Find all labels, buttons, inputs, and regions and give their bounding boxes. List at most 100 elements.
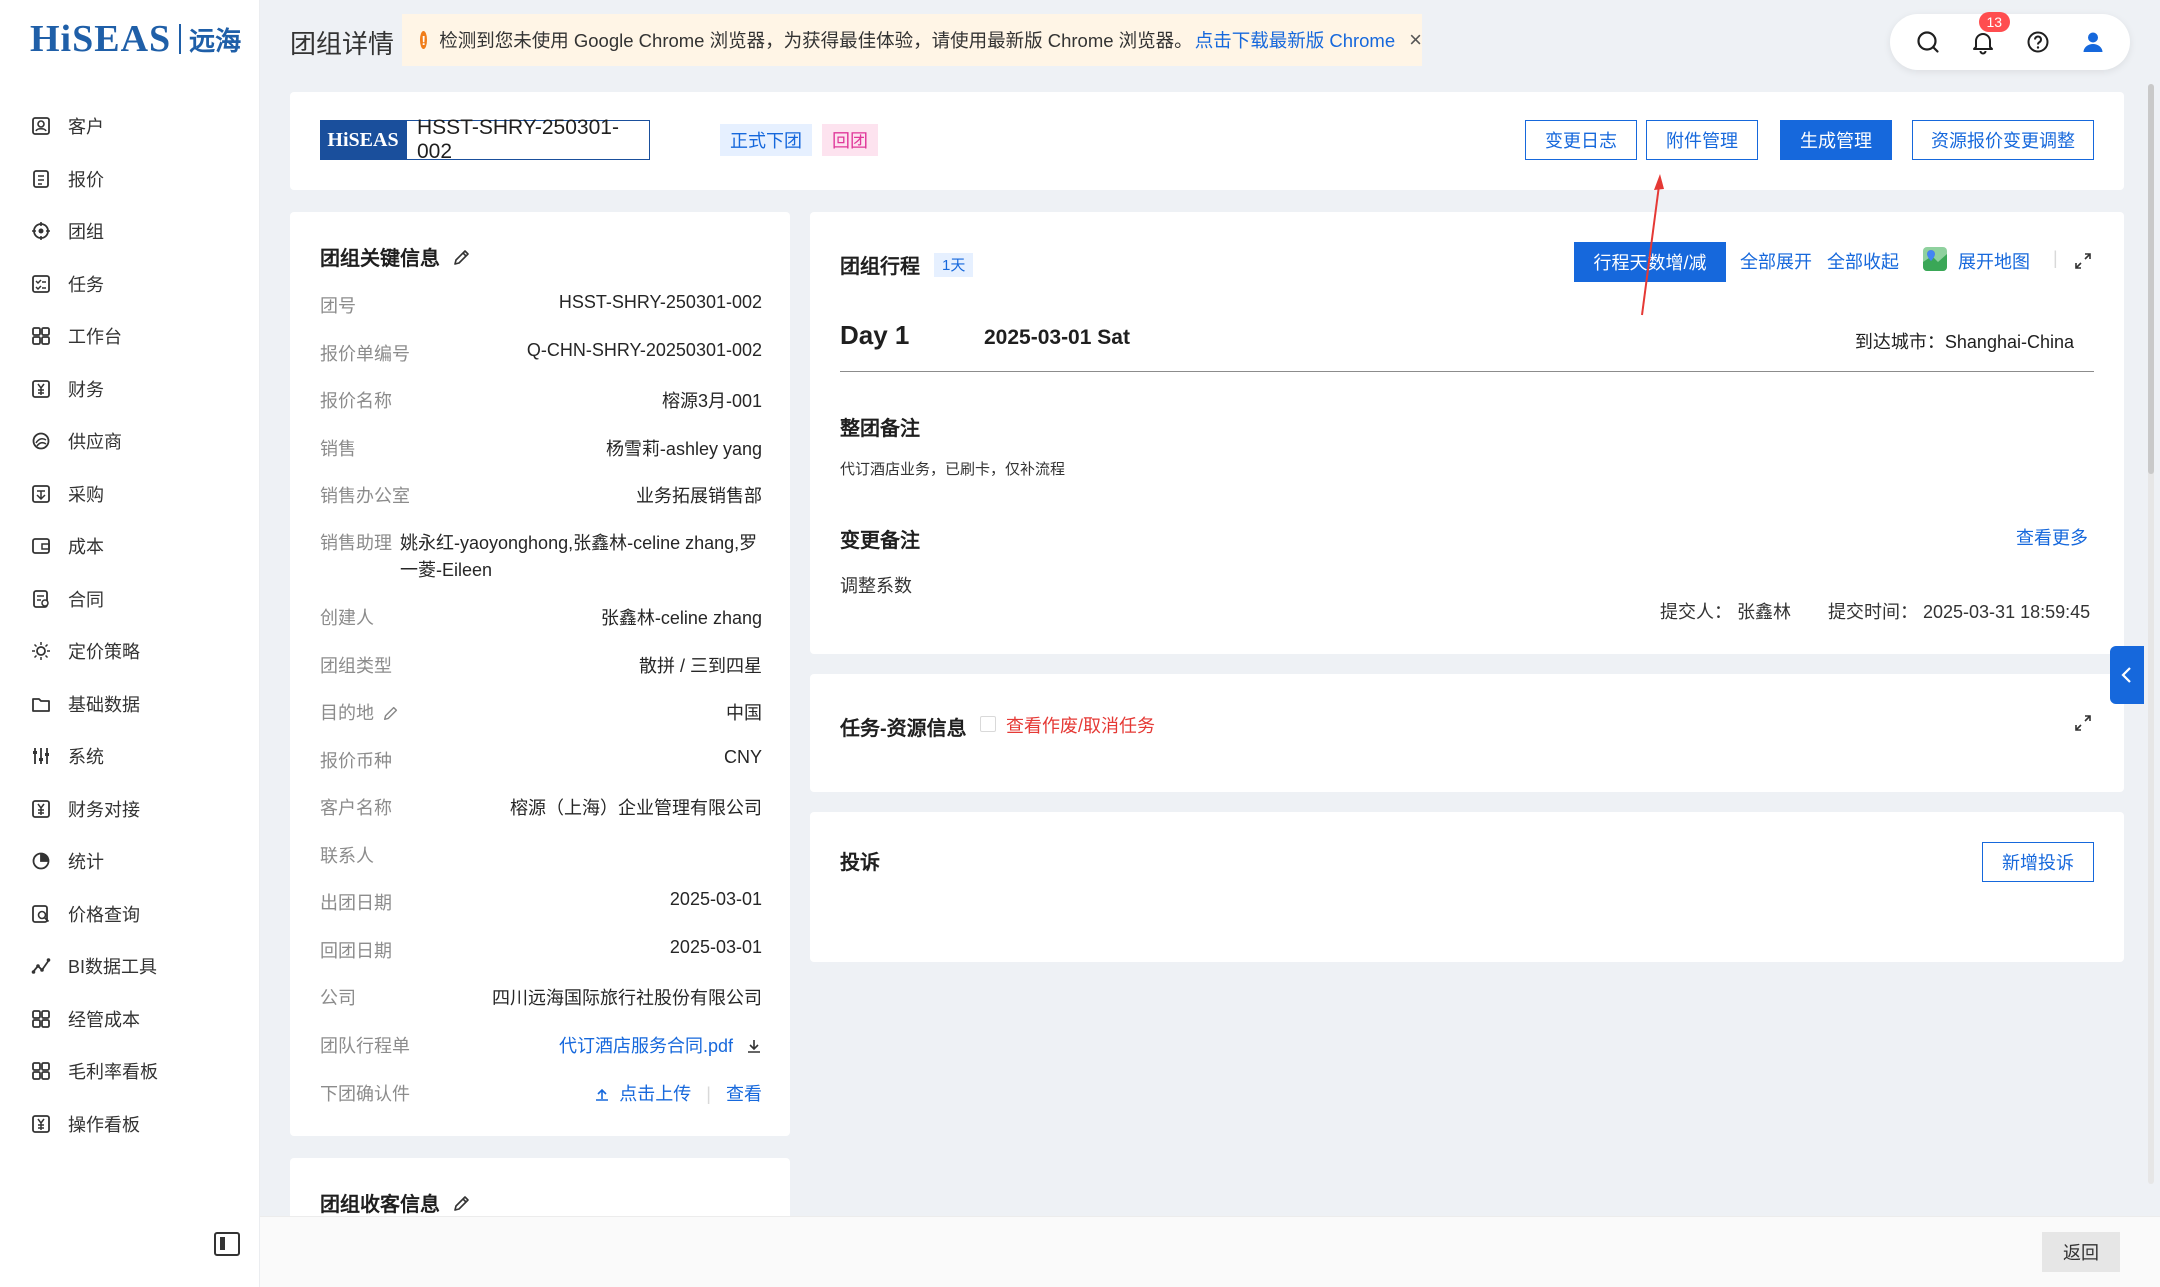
add-complaint-button[interactable]: 新增投诉 [1982,842,2094,882]
sidebar-item-operation-board[interactable]: 操作看板 [0,1098,260,1151]
edit-pencil-icon[interactable] [452,1193,472,1213]
sidebar-item-cost[interactable]: 成本 [0,520,260,573]
edit-pencil-icon[interactable] [382,703,400,723]
fullscreen-icon[interactable] [2074,252,2092,270]
bottom-action-bar [260,1216,2160,1287]
status-tag-returned: 回团 [822,124,878,156]
sidebar-collapse-icon[interactable] [214,1232,240,1256]
edit-pencil-icon[interactable] [452,247,472,267]
map-icon[interactable] [1922,246,1948,277]
upload-icon[interactable] [594,1084,610,1104]
sidebar-item-statistics[interactable]: 统计 [0,835,260,888]
sidebar-item-pricing[interactable]: 定价策略 [0,625,260,678]
sidebar-item-bi-tool[interactable]: BI数据工具 [0,940,260,993]
sidebar-item-task[interactable]: 任务 [0,258,260,311]
info-row-contact: 联系人 [320,846,374,866]
view-cancelled-tasks-link[interactable]: 查看作废/取消任务 [1006,712,1155,738]
warning-text: 检测到您未使用 Google Chrome 浏览器，为获得最佳体验，请使用最新版… [439,30,1193,51]
generate-manage-button[interactable]: 生成管理 [1780,120,1892,160]
notification-badge: 13 [1978,12,2011,32]
system-icon [30,745,52,767]
base-data-icon [30,693,52,715]
arrival-city: 到达城市：Shanghai-China [1854,332,2074,352]
annotation-arrow [1641,174,1664,316]
upload-link[interactable]: 点击上传 [619,1084,691,1104]
help-icon[interactable] [2018,22,2058,62]
sidebar-item-label: 成本 [68,537,104,558]
info-row-return-date: 回团日期 2025-03-01 [320,937,762,961]
warning-icon: ! [420,31,428,49]
change-log-button[interactable]: 变更日志 [1525,120,1637,160]
task-section-title: 任务-资源信息 [840,718,967,740]
sidebar-item-label: 统计 [68,852,104,873]
collapse-all-link[interactable]: 全部收起 [1827,248,1899,274]
customer-icon [30,115,52,137]
sidebar-item-label: 价格查询 [68,904,140,925]
fullscreen-icon[interactable] [2074,714,2092,732]
sidebar-item-customer[interactable]: 客户 [0,100,260,153]
sidebar-item-label: 毛利率看板 [68,1062,158,1083]
bi-tool-icon [30,955,52,977]
info-row-quote-name: 报价名称 榕源3月-001 [320,391,762,411]
submitter: 提交人： 张鑫林 [1660,602,1792,622]
workbench-icon [30,325,52,347]
section-title: 团组收客信息 [320,1188,472,1217]
sidebar-item-label: 客户 [68,117,104,138]
finance-link-icon [30,798,52,820]
sidebar-item-contract[interactable]: 合同 [0,573,260,626]
sidebar-item-supplier[interactable]: 供应商 [0,415,260,468]
user-avatar-icon[interactable] [2073,22,2113,62]
sidebar-item-management-cost[interactable]: 经管成本 [0,993,260,1046]
sidebar-item-margin-board[interactable]: 毛利率看板 [0,1045,260,1098]
bell-icon[interactable]: 13 [1963,12,2011,62]
close-icon[interactable]: × [1409,27,1422,53]
task-icon [30,273,52,295]
group-note-title: 整团备注 [840,418,920,440]
itinerary-file-link[interactable]: 代订酒店服务合同.pdf [559,1036,733,1056]
expand-map-link[interactable]: 展开地图 [1958,248,2030,274]
scrollbar-thumb[interactable] [2148,84,2154,474]
view-more-link[interactable]: 查看更多 [2016,524,2088,550]
purchase-icon [30,483,52,505]
sidebar-item-price-search[interactable]: 价格查询 [0,888,260,941]
status-tag-official: 正式下团 [720,124,812,156]
sidebar: HiSEAS 远海 客户 报价 团组 任务 工作台 财务 供应商 采购 成本 合… [0,0,260,1287]
sidebar-item-label: 财务 [68,379,104,400]
sidebar-item-label: 合同 [68,589,104,610]
pricing-icon [30,640,52,662]
day-row[interactable]: Day 1 2025-03-01 Sat 到达城市：Shanghai-China [840,314,2094,372]
sidebar-item-label: 操作看板 [68,1114,140,1135]
day-date: 2025-03-01 Sat [984,326,1130,349]
download-chrome-link[interactable]: 点击下载最新版 Chrome [1195,27,1395,53]
sidebar-item-label: BI数据工具 [68,957,158,978]
attachment-manage-button[interactable]: 附件管理 [1646,120,1758,160]
sidebar-item-finance[interactable]: 财务 [0,363,260,416]
sidebar-item-label: 财务对接 [68,799,140,820]
download-icon[interactable] [746,1036,762,1056]
tour-header-card: HiSEAS HSST-SHRY-250301-002 正式下团 回团 变更日志… [290,92,2124,190]
management-cost-icon [30,1008,52,1030]
brand-logo[interactable]: HiSEAS 远海 [30,14,241,64]
resource-quote-adjust-button[interactable]: 资源报价变更调整 [1912,120,2094,160]
back-button[interactable]: 返回 [2042,1232,2120,1272]
info-row-destination: 目的地 中国 [320,703,762,723]
sidebar-item-quote[interactable]: 报价 [0,153,260,206]
receiver-info-title: 团组收客信息 [320,1194,440,1216]
info-row-confirmation: 下团确认件 点击上传 | 查看 [320,1084,762,1104]
submit-time: 提交时间： 2025-03-31 18:59:45 [1828,602,2091,622]
expand-all-link[interactable]: 全部展开 [1740,248,1812,274]
info-row-currency: 报价币种 CNY [320,747,762,771]
sidebar-item-purchase[interactable]: 采购 [0,468,260,521]
sidebar-item-finance-link[interactable]: 财务对接 [0,783,260,836]
info-row-sales-assistant: 销售助理 姚永红-yaoyonghong,张鑫林-celine zhang,罗一菱… [320,533,758,580]
view-link[interactable]: 查看 [726,1084,762,1104]
info-row-company: 公司 四川远海国际旅行社股份有限公司 [320,988,762,1008]
sidebar-item-system[interactable]: 系统 [0,730,260,783]
sidebar-item-group[interactable]: 团组 [0,205,260,258]
sidebar-item-workbench[interactable]: 工作台 [0,310,260,363]
show-cancelled-checkbox[interactable] [980,716,996,732]
search-icon[interactable] [1908,22,1948,62]
info-row-sales-office: 销售办公室 业务拓展销售部 [320,486,762,506]
sidebar-item-base-data[interactable]: 基础数据 [0,678,260,731]
side-panel-toggle[interactable] [2110,646,2144,704]
